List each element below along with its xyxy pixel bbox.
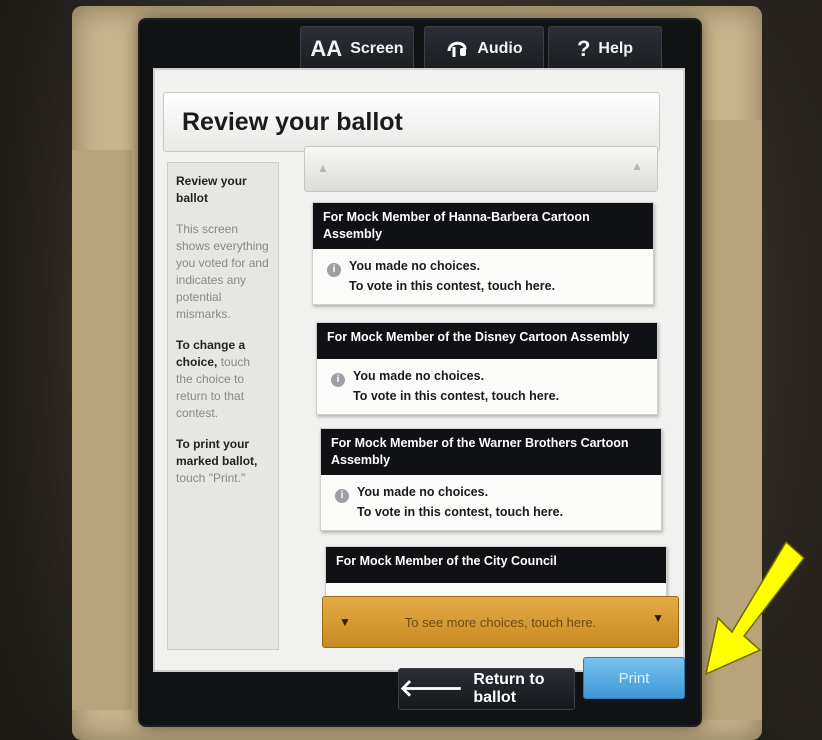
- arrow-left-icon: 🡐: [399, 675, 464, 702]
- screen-settings-button[interactable]: AA Screen: [300, 26, 414, 72]
- contest-status: You made no choices.: [349, 259, 481, 273]
- info-icon: i: [335, 489, 349, 503]
- page-title-bar: Review your ballot: [163, 92, 660, 152]
- sidebar-print-bold: To print your marked ballot,: [176, 437, 258, 468]
- contest-card[interactable]: For Mock Member of the City Council: [325, 546, 667, 600]
- scroll-down-button[interactable]: ▼ To see more choices, touch here. ▼: [322, 596, 679, 648]
- help-sidebar: Review your ballot This screen shows eve…: [167, 162, 279, 650]
- sidebar-description: This screen shows everything you voted f…: [176, 222, 269, 321]
- contest-card[interactable]: For Mock Member of Hanna-Barbera Cartoon…: [312, 202, 654, 305]
- contest-card[interactable]: For Mock Member of the Warner Brothers C…: [320, 428, 662, 531]
- help-button[interactable]: ? Help: [548, 26, 662, 72]
- scroll-down-label: To see more choices, touch here.: [404, 614, 597, 630]
- scroll-down-right-icon: ▼: [652, 611, 664, 625]
- audio-button-label: Audio: [477, 40, 523, 57]
- contest-status: You made no choices.: [357, 485, 489, 499]
- return-label: Return to ballot: [473, 671, 545, 706]
- contest-body: i You made no choices. To vote in this co…: [313, 249, 653, 304]
- contest-title: For Mock Member of the City Council: [326, 547, 666, 583]
- scroll-down-left-icon: ▼: [339, 615, 351, 629]
- sidebar-heading: Review your ballot: [176, 174, 247, 205]
- contest-title: For Mock Member of the Warner Brothers C…: [321, 429, 661, 475]
- text-size-icon: AA: [310, 36, 343, 61]
- contest-instruction: To vote in this contest, touch here.: [357, 505, 564, 519]
- print-label: Print: [618, 669, 650, 687]
- info-icon: i: [331, 373, 345, 387]
- scroll-up-right-icon: ▲: [631, 159, 643, 173]
- help-button-label: Help: [598, 40, 634, 57]
- info-icon: i: [327, 263, 341, 277]
- contest-card[interactable]: For Mock Member of the Disney Cartoon As…: [316, 322, 658, 415]
- contest-status: You made no choices.: [353, 369, 485, 383]
- scroll-up-left-icon: ▲: [317, 161, 329, 175]
- page-title: Review your ballot: [182, 107, 403, 136]
- audio-button[interactable]: Audio: [424, 26, 544, 72]
- scroll-up-button[interactable]: ▲ ▲: [304, 146, 658, 192]
- contest-instruction: To vote in this contest, touch here.: [349, 279, 556, 293]
- sidebar-change-instruction: To change a choice, touch the choice to …: [176, 337, 270, 422]
- audio-headphone-icon: [445, 35, 469, 63]
- screen-button-label: Screen: [350, 40, 404, 57]
- contest-title: For Mock Member of the Disney Cartoon As…: [317, 323, 657, 359]
- contest-title: For Mock Member of Hanna-Barbera Cartoon…: [313, 203, 653, 249]
- help-icon: ?: [576, 36, 591, 61]
- return-to-ballot-button[interactable]: 🡐 Return to ballot: [398, 668, 575, 710]
- contest-body: i You made no choices. To vote in this co…: [321, 475, 661, 530]
- contest-instruction: To vote in this contest, touch here.: [353, 389, 560, 403]
- contest-body: i You made no choices. To vote in this co…: [317, 359, 657, 414]
- sidebar-print-instruction: To print your marked ballot, touch "Prin…: [176, 436, 270, 487]
- yellow-pointer-arrow-icon: [704, 540, 806, 676]
- sidebar-print-rest: touch "Print.": [176, 471, 246, 485]
- print-button[interactable]: Print: [583, 657, 685, 699]
- kiosk-housing-left-panel: [72, 150, 132, 710]
